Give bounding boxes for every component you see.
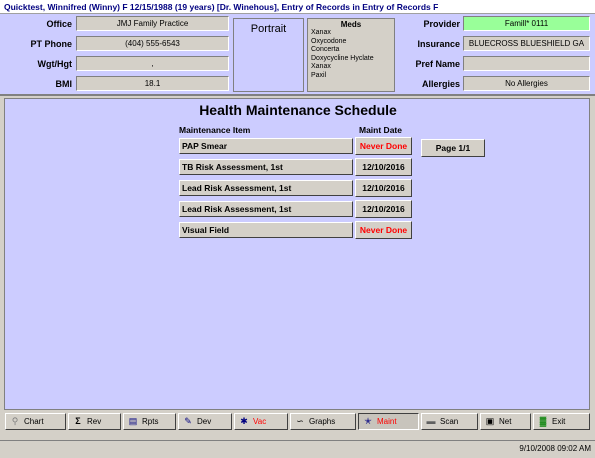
- med-item: Xanax: [311, 29, 331, 36]
- maint-item-button[interactable]: Visual Field: [179, 222, 353, 238]
- maint-button[interactable]: ✭ Maint: [358, 413, 419, 430]
- vac-button-label: Vac: [253, 417, 267, 426]
- pref-name-field: [463, 56, 590, 71]
- med-item: Paxil: [311, 71, 327, 79]
- dev-button-label: Dev: [197, 417, 212, 426]
- maint-date-button[interactable]: Never Done: [355, 221, 412, 239]
- pt-phone-field: (404) 555-6543: [76, 36, 229, 51]
- meds-title: Meds: [340, 20, 362, 29]
- maint-button-label: Maint: [377, 417, 397, 426]
- network-icon: ▣: [485, 416, 495, 426]
- status-bar: 9/10/2008 09:02 AM: [0, 440, 595, 458]
- vac-button[interactable]: ✱ Vac: [234, 413, 288, 430]
- pt-phone-label: PT Phone: [30, 39, 72, 49]
- maint-icon: ✭: [364, 416, 372, 426]
- net-button[interactable]: ▣ Net: [480, 413, 531, 430]
- rev-button[interactable]: Σ Rev: [68, 413, 121, 430]
- maint-date-button[interactable]: 12/10/2016: [355, 200, 412, 218]
- syringe-icon: ✱: [240, 416, 248, 426]
- med-item: Oxycodone: [311, 37, 347, 45]
- graphs-button[interactable]: ∽ Graphs: [290, 413, 356, 430]
- exit-icon: ▓: [539, 416, 547, 426]
- chart-button-label: Chart: [24, 417, 44, 426]
- graphs-button-label: Graphs: [309, 417, 336, 426]
- rpts-button[interactable]: ▤ Rpts: [123, 413, 176, 430]
- page-button[interactable]: Page 1/1: [421, 139, 485, 157]
- exit-button[interactable]: ▓ Exit: [533, 413, 590, 430]
- report-icon: ▤: [128, 416, 138, 426]
- patient-header: Office JMJ Family Practice PT Phone (404…: [0, 14, 595, 96]
- bottom-toolbar: ⚲ Chart Σ Rev ▤ Rpts ✎ Dev ✱ Vac ∽ Graph…: [0, 411, 595, 431]
- wgt-hgt-field: ,: [76, 56, 229, 71]
- meds-list: Xanax Oxycodone Concerta Doxycycline Hyc…: [308, 29, 394, 81]
- allergies-field[interactable]: No Allergies: [463, 76, 590, 91]
- dev-button[interactable]: ✎ Dev: [178, 413, 232, 430]
- provider-label: Provider: [423, 19, 460, 29]
- pref-name-label: Pref Name: [415, 59, 460, 69]
- rev-button-label: Rev: [87, 417, 102, 426]
- office-label: Office: [46, 19, 72, 29]
- maint-date-button[interactable]: 12/10/2016: [355, 179, 412, 197]
- net-button-label: Net: [499, 417, 512, 426]
- insurance-field: BLUECROSS BLUESHIELD GA: [463, 36, 590, 51]
- office-field: JMJ Family Practice: [76, 16, 229, 31]
- scan-button-label: Scan: [440, 417, 459, 426]
- maint-item-button[interactable]: Lead Risk Assessment, 1st: [179, 180, 353, 196]
- device-icon: ✎: [184, 416, 192, 426]
- meds-box[interactable]: Meds Xanax Oxycodone Concerta Doxycyclin…: [307, 18, 395, 92]
- scan-button[interactable]: ▬ Scan: [421, 413, 478, 430]
- col-header-date: Maint Date: [359, 125, 402, 135]
- scanner-icon: ▬: [426, 416, 436, 426]
- schedule-panel: Health Maintenance Schedule Maintenance …: [4, 98, 590, 410]
- chart-icon: ⚲: [11, 416, 19, 426]
- rpts-button-label: Rpts: [142, 417, 159, 426]
- graph-icon: ∽: [296, 416, 304, 426]
- exit-button-label: Exit: [552, 417, 566, 426]
- sigma-icon: Σ: [75, 416, 81, 426]
- maint-item-button[interactable]: TB Risk Assessment, 1st: [179, 159, 353, 175]
- col-header-item: Maintenance Item: [179, 125, 251, 135]
- allergies-label: Allergies: [421, 79, 460, 89]
- maint-date-button[interactable]: 12/10/2016: [355, 158, 412, 176]
- portrait-box[interactable]: Portrait: [233, 18, 304, 92]
- maint-item-button[interactable]: PAP Smear: [179, 138, 353, 154]
- maint-date-button[interactable]: Never Done: [355, 137, 412, 155]
- bmi-label: BMI: [55, 79, 73, 89]
- bmi-field: 18.1: [76, 76, 229, 91]
- med-item: Doxycycline Hyclate: [311, 54, 374, 62]
- schedule-title: Health Maintenance Schedule: [199, 102, 397, 118]
- maint-item-button[interactable]: Lead Risk Assessment, 1st: [179, 201, 353, 217]
- insurance-label: Insurance: [417, 39, 460, 49]
- med-item: Xanax: [311, 63, 331, 71]
- med-item: Concerta: [311, 46, 340, 54]
- status-datetime: 9/10/2008 09:02 AM: [519, 444, 591, 453]
- window-title: Quicktest, Winnifred (Winny) F 12/15/198…: [0, 0, 595, 14]
- provider-field[interactable]: Famill* 0111: [463, 16, 590, 31]
- chart-button[interactable]: ⚲ Chart: [5, 413, 66, 430]
- wgt-hgt-label: Wgt/Hgt: [37, 59, 72, 69]
